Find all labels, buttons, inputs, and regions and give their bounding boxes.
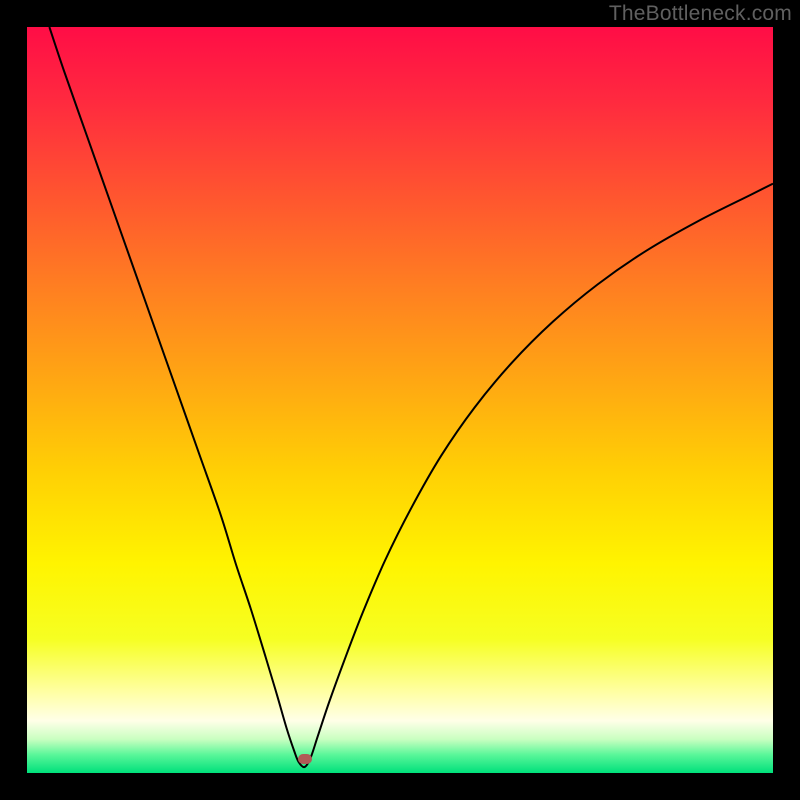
watermark-text: TheBottleneck.com [609, 2, 792, 26]
chart-frame: TheBottleneck.com [0, 0, 800, 800]
plot-area [27, 27, 773, 773]
bottleneck-curve [27, 27, 773, 773]
optimum-marker [298, 754, 312, 764]
